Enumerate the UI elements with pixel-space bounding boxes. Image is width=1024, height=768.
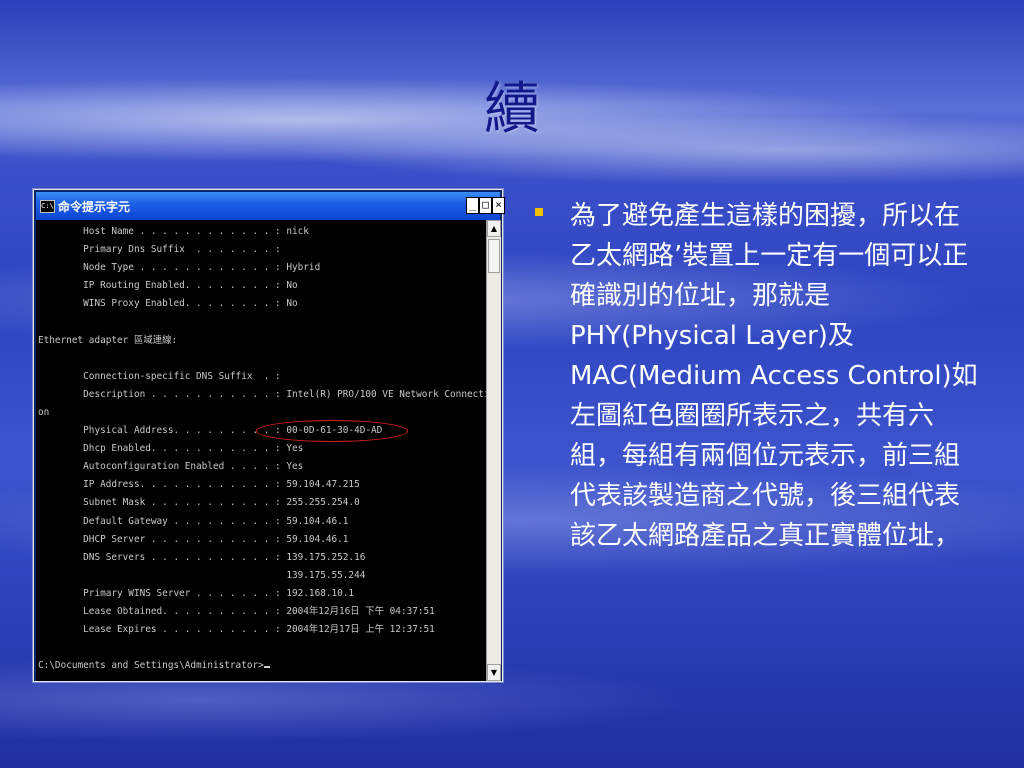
- console-line: Description . . . . . . . . . . . : Inte…: [38, 388, 486, 400]
- bullet-square-icon: [535, 208, 543, 216]
- console-line: Dhcp Enabled. . . . . . . . . . . : Yes: [38, 443, 304, 455]
- console-line: DHCP Server . . . . . . . . . . . : 59.1…: [38, 533, 349, 545]
- console-line: Node Type . . . . . . . . . . . . : Hybr…: [38, 262, 321, 274]
- console-line: Connection-specific DNS Suffix . :: [38, 370, 281, 382]
- console-line: Lease Obtained. . . . . . . . . . : 2004…: [38, 605, 435, 617]
- console-output[interactable]: Host Name . . . . . . . . . . . . : nick…: [36, 220, 486, 681]
- console-line: Ethernet adapter 區域連線:: [38, 334, 178, 346]
- console-line: WINS Proxy Enabled. . . . . . . . : No: [38, 298, 298, 310]
- console-line: Default Gateway . . . . . . . . . : 59.1…: [38, 515, 349, 527]
- console-line: Lease Expires . . . . . . . . . . : 2004…: [38, 624, 435, 636]
- console-line: Primary WINS Server . . . . . . . : 192.…: [38, 587, 355, 599]
- slide-title: 續: [484, 77, 540, 142]
- console-line: C:\Documents and Settings\Administrator>: [38, 660, 264, 672]
- console-line: Autoconfiguration Enabled . . . . : Yes: [38, 461, 304, 473]
- console-line: on: [38, 406, 50, 418]
- console-icon: C:\: [40, 200, 55, 213]
- bullet-text: 為了避免產生這樣的困擾，所以在乙太網路’裝置上一定有一個可以正確識別的位址，那就…: [570, 201, 978, 551]
- console-line: Subnet Mask . . . . . . . . . . . : 255.…: [38, 497, 360, 509]
- window-titlebar[interactable]: C:\ 命令提示字元 _ □ ×: [36, 192, 505, 220]
- console-line: IP Routing Enabled. . . . . . . . : No: [38, 280, 298, 292]
- scroll-up-icon[interactable]: ▲: [487, 220, 501, 237]
- console-line: Host Name . . . . . . . . . . . . : nick: [38, 226, 309, 237]
- close-button[interactable]: ×: [492, 197, 505, 214]
- console-line: Primary Dns Suffix . . . . . . . :: [38, 244, 281, 256]
- cursor-icon: [263, 666, 270, 669]
- console-line: DNS Servers . . . . . . . . . . . : 139.…: [38, 551, 366, 563]
- maximize-button[interactable]: □: [479, 197, 492, 214]
- mac-address-highlight: [256, 420, 408, 442]
- vertical-scrollbar[interactable]: ▲ ▼: [486, 220, 501, 681]
- scroll-thumb[interactable]: [488, 239, 500, 273]
- window-title: 命令提示字元: [58, 200, 131, 214]
- console-line: IP Address. . . . . . . . . . . . : 59.1…: [38, 479, 360, 491]
- scroll-down-icon[interactable]: ▼: [487, 664, 501, 681]
- console-text: Host Name . . . . . . . . . . . . : nick…: [36, 220, 486, 675]
- console-line: 139.175.55.244: [38, 569, 366, 581]
- minimize-button[interactable]: _: [466, 197, 479, 214]
